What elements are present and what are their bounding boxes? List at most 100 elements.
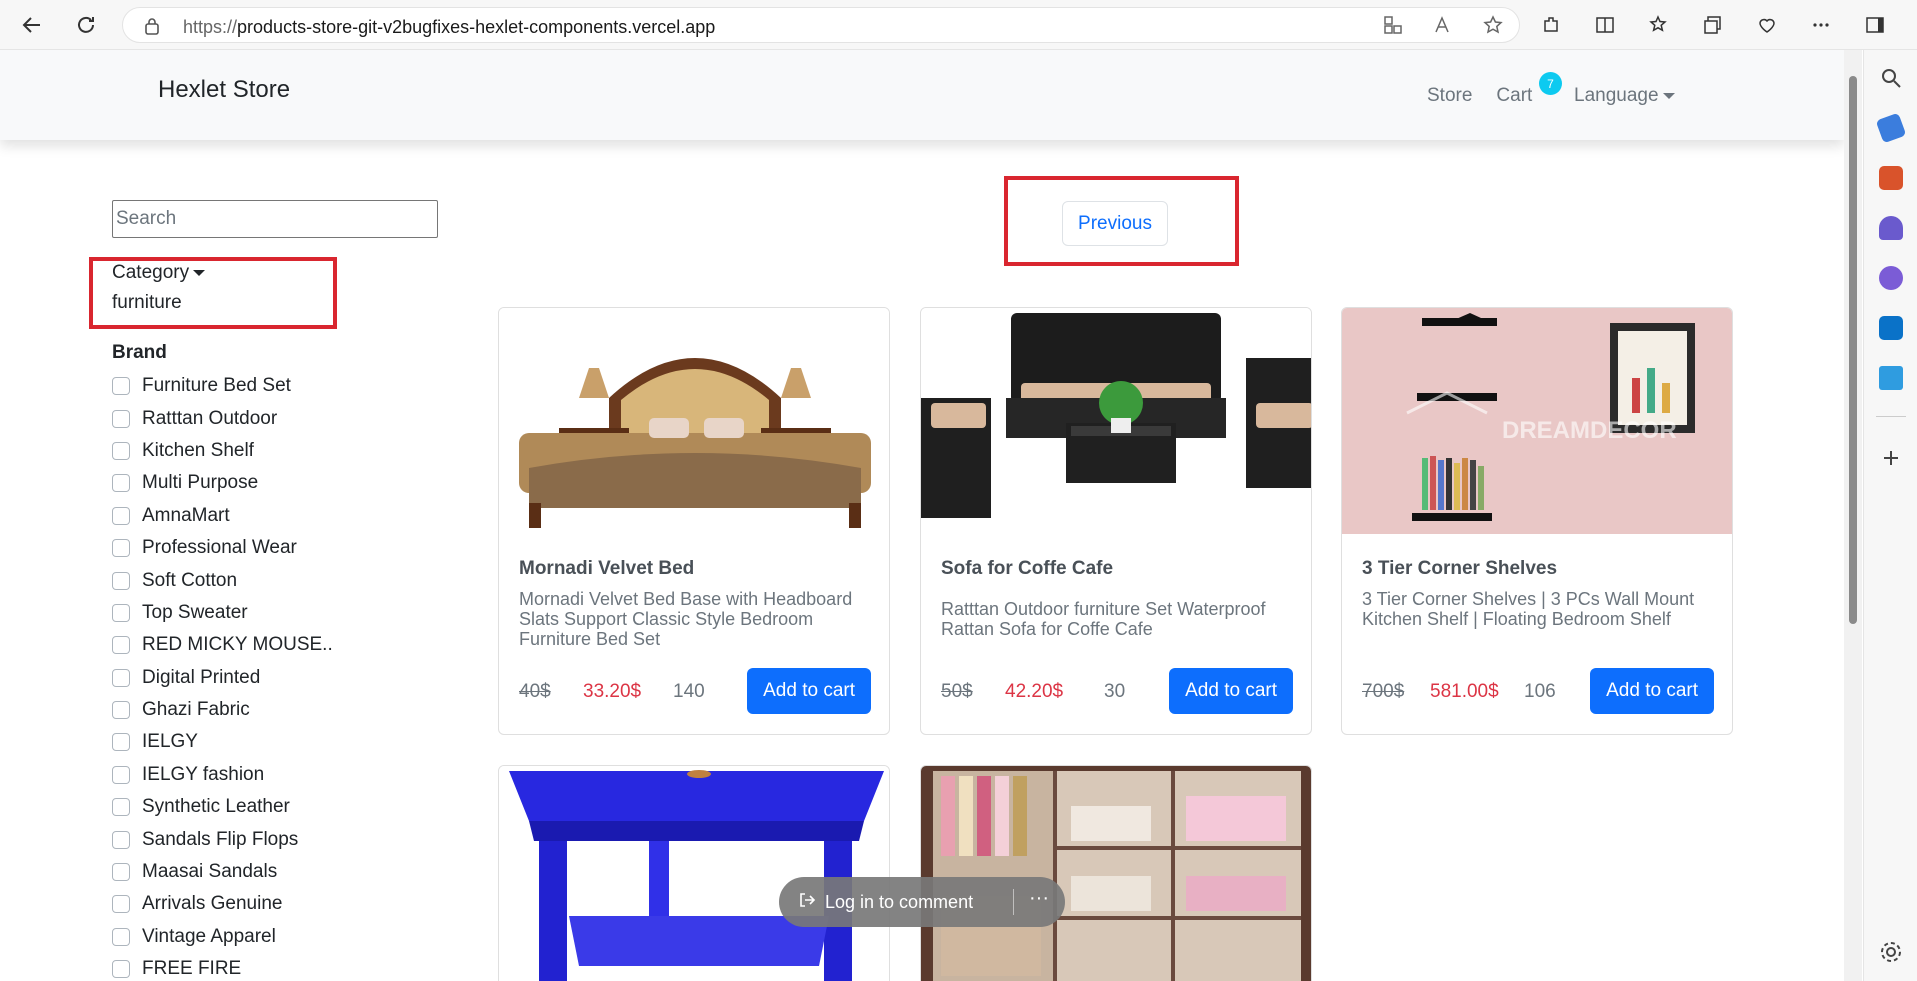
brand-filter-item[interactable]: Top Sweater: [112, 597, 333, 629]
brand-label: Vintage Apparel: [142, 925, 276, 947]
brand-checkbox[interactable]: [112, 506, 130, 525]
brand-checkbox[interactable]: [112, 668, 130, 687]
brand-filter-item[interactable]: Arrivals Genuine: [112, 888, 333, 920]
brand-filter-item[interactable]: Vintage Apparel: [112, 921, 333, 953]
more-options-icon[interactable]: ···: [1029, 887, 1049, 910]
edge-sidebar: [1863, 50, 1917, 981]
language-dropdown[interactable]: Language: [1574, 85, 1675, 107]
toolbox-icon[interactable]: [1879, 166, 1903, 190]
scrollbar-thumb[interactable]: [1849, 76, 1857, 624]
sign-in-icon: [797, 890, 817, 915]
brand-filter-item[interactable]: IELGY fashion: [112, 759, 333, 791]
add-to-cart-button[interactable]: Add to cart: [1169, 668, 1293, 714]
brand-checkbox[interactable]: [112, 441, 130, 460]
favorite-star-icon[interactable]: [1483, 15, 1503, 40]
search-icon[interactable]: [1879, 66, 1903, 90]
brand-checkbox[interactable]: [112, 927, 130, 946]
settings-gear-icon[interactable]: [1879, 940, 1903, 964]
category-value[interactable]: furniture: [112, 292, 182, 314]
brand-label: Synthetic Leather: [142, 796, 290, 818]
extensions-icon[interactable]: [1535, 9, 1567, 41]
add-to-cart-button[interactable]: Add to cart: [1590, 668, 1714, 714]
add-to-cart-button[interactable]: Add to cart: [747, 668, 871, 714]
brand-checkbox[interactable]: [112, 409, 130, 428]
games-icon[interactable]: [1879, 216, 1903, 240]
site-navbar: Hexlet Store Store Cart 7 Language: [0, 50, 1844, 140]
brand-filter-item[interactable]: Soft Cotton: [112, 564, 333, 596]
brand-label: Soft Cotton: [142, 569, 238, 591]
previous-page-button[interactable]: Previous: [1062, 201, 1168, 246]
back-icon[interactable]: [16, 9, 48, 41]
brand-checkbox[interactable]: [112, 960, 130, 979]
more-menu-icon[interactable]: [1805, 9, 1837, 41]
brand-checkbox[interactable]: [112, 765, 130, 784]
product-title[interactable]: 3 Tier Corner Shelves: [1362, 558, 1557, 580]
brand-label: Arrivals Genuine: [142, 893, 283, 915]
sale-price: 581.00$: [1430, 681, 1499, 702]
brand-filter-item[interactable]: AmnaMart: [112, 500, 333, 532]
brand-filter-item[interactable]: Ratttan Outdoor: [112, 402, 333, 434]
caret-down-icon: [1662, 92, 1675, 99]
brand-label: IELGY: [142, 731, 198, 753]
brand-filter-item[interactable]: Synthetic Leather: [112, 791, 333, 823]
product-image-plastic-table[interactable]: [499, 766, 889, 981]
copilot-icon[interactable]: [1879, 266, 1903, 290]
brand-checkbox[interactable]: [112, 636, 130, 655]
brand-filter-item[interactable]: Multi Purpose: [112, 467, 333, 499]
brand-checkbox[interactable]: [112, 895, 130, 914]
svg-text:DREAMDECOR: DREAMDECOR: [1502, 417, 1677, 444]
product-title[interactable]: Mornadi Velvet Bed: [519, 558, 694, 580]
brand-label: Sandals Flip Flops: [142, 828, 299, 850]
collections-icon[interactable]: [1697, 9, 1729, 41]
product-image-wardrobe[interactable]: [921, 766, 1311, 981]
brand-checkbox[interactable]: [112, 603, 130, 622]
split-screen-icon[interactable]: [1589, 9, 1621, 41]
nav-cart-link[interactable]: Cart: [1496, 85, 1532, 107]
product-title[interactable]: Sofa for Coffe Cafe: [941, 558, 1113, 580]
product-footer: 40$ 33.20$ 140 Add to cart: [519, 668, 871, 716]
product-card: Mornadi Velvet Bed Mornadi Velvet Bed Ba…: [498, 307, 890, 735]
sidebar-toggle-icon[interactable]: [1859, 9, 1891, 41]
brand-checkbox[interactable]: [112, 701, 130, 720]
brand-filter-item[interactable]: Sandals Flip Flops: [112, 823, 333, 855]
stock-count: 106: [1524, 681, 1556, 702]
brand-label: IELGY fashion: [142, 763, 265, 785]
brand-filter-item[interactable]: RED MICKY MOUSE..: [112, 629, 333, 661]
login-to-comment-button[interactable]: Log in to comment: [825, 892, 973, 913]
apps-icon[interactable]: [1383, 15, 1403, 40]
product-image-bed[interactable]: [499, 308, 889, 534]
store-brand[interactable]: Hexlet Store: [158, 76, 290, 104]
brand-checkbox[interactable]: [112, 474, 130, 493]
brand-checkbox[interactable]: [112, 733, 130, 752]
page-scrollbar[interactable]: [1844, 50, 1862, 981]
read-aloud-icon[interactable]: [1433, 15, 1453, 40]
brand-label: Maasai Sandals: [142, 861, 278, 883]
category-dropdown[interactable]: Category: [112, 262, 206, 284]
brand-checkbox[interactable]: [112, 571, 130, 590]
brand-filter-item[interactable]: Maasai Sandals: [112, 856, 333, 888]
refresh-icon[interactable]: [70, 9, 102, 41]
brand-filter-item[interactable]: FREE FIRE: [112, 953, 333, 981]
send-icon[interactable]: [1879, 366, 1903, 390]
browser-essentials-icon[interactable]: [1751, 9, 1783, 41]
add-icon[interactable]: [1879, 446, 1903, 470]
product-image-shelves[interactable]: DREAMDECOR: [1342, 308, 1732, 534]
brand-filter-item[interactable]: Professional Wear: [112, 532, 333, 564]
brand-checkbox[interactable]: [112, 539, 130, 558]
brand-checkbox[interactable]: [112, 798, 130, 817]
brand-filter-item[interactable]: Furniture Bed Set: [112, 370, 333, 402]
brand-checkbox[interactable]: [112, 377, 130, 396]
favorites-icon[interactable]: [1643, 9, 1675, 41]
brand-filter-item[interactable]: IELGY: [112, 726, 333, 758]
search-input[interactable]: [112, 200, 438, 238]
brand-checkbox[interactable]: [112, 830, 130, 849]
brand-filter-item[interactable]: Kitchen Shelf: [112, 435, 333, 467]
shopping-tag-icon[interactable]: [1875, 112, 1907, 144]
outlook-icon[interactable]: [1879, 316, 1903, 340]
brand-filter-item[interactable]: Ghazi Fabric: [112, 694, 333, 726]
product-image-sofa[interactable]: [921, 308, 1311, 534]
brand-checkbox[interactable]: [112, 863, 130, 882]
address-bar[interactable]: https://products-store-git-v2bugfixes-he…: [122, 7, 1520, 43]
nav-store-link[interactable]: Store: [1427, 85, 1472, 107]
brand-filter-item[interactable]: Digital Printed: [112, 662, 333, 694]
